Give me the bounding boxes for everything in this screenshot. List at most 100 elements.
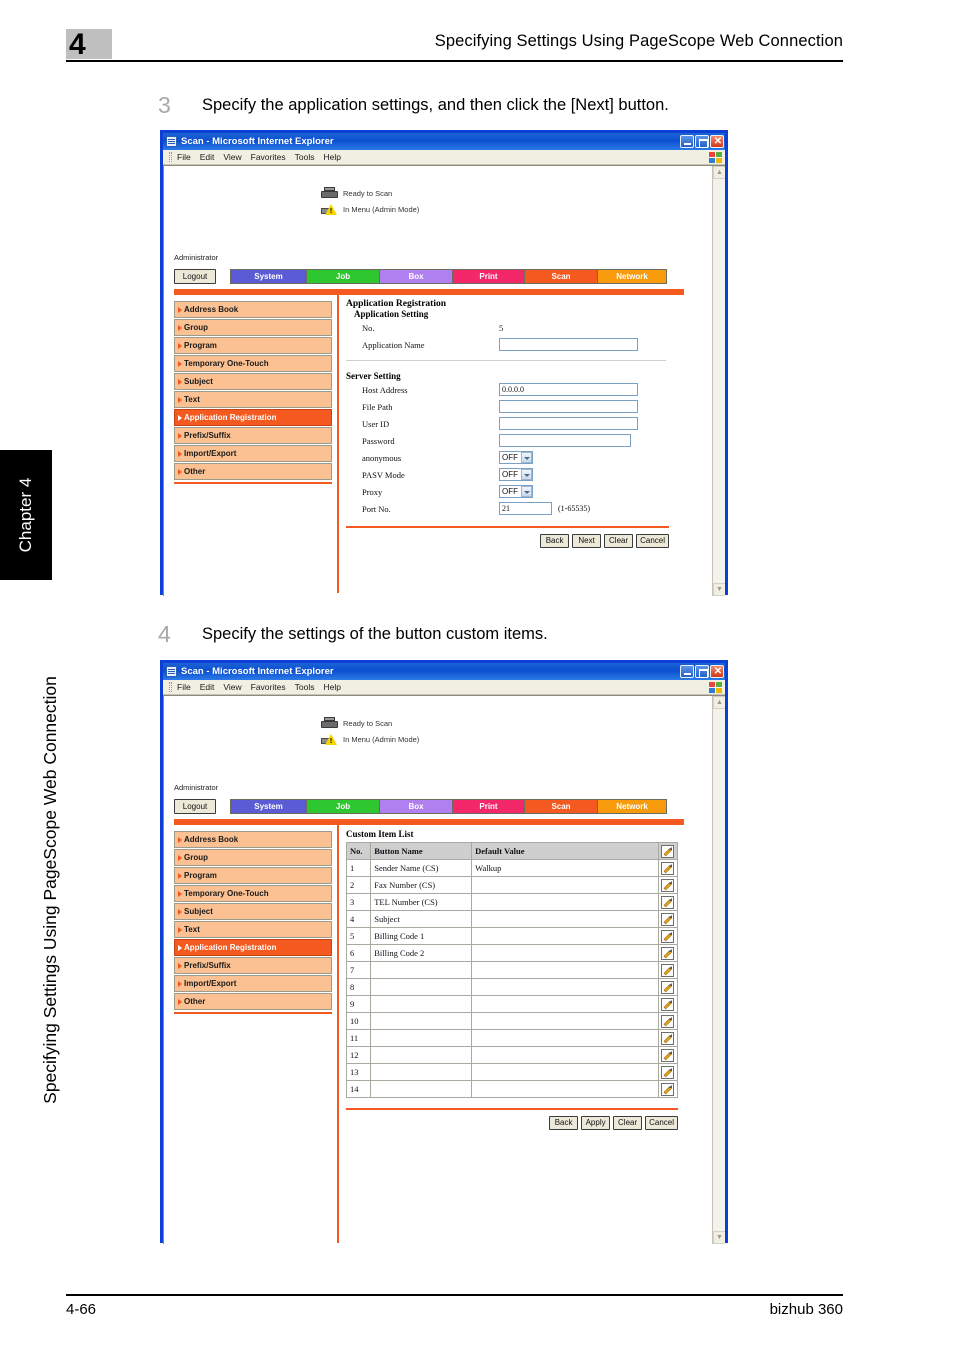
sidebar-item-text[interactable]: Text bbox=[174, 391, 332, 408]
anonymous-select[interactable]: OFF bbox=[499, 451, 533, 464]
nav-tab-scan[interactable]: Scan bbox=[524, 799, 597, 814]
password-input[interactable] bbox=[499, 434, 631, 447]
sidebar-item-temporary-one-touch[interactable]: Temporary One-Touch bbox=[174, 885, 332, 902]
menu-tools[interactable]: Tools bbox=[295, 152, 315, 162]
sidebar-item-address-book[interactable]: Address Book bbox=[174, 831, 332, 848]
edit-icon[interactable] bbox=[661, 912, 675, 926]
menu-grip-handle[interactable] bbox=[169, 152, 172, 162]
close-button[interactable] bbox=[710, 665, 725, 679]
edit-icon[interactable] bbox=[661, 895, 675, 909]
table-row[interactable]: 9 bbox=[345, 995, 679, 1013]
back-button[interactable]: Back bbox=[540, 533, 570, 548]
edit-icon[interactable] bbox=[661, 1082, 675, 1096]
cell-edit[interactable] bbox=[657, 1012, 679, 1030]
edit-icon[interactable] bbox=[661, 980, 675, 994]
sidebar-item-import-export[interactable]: Import/Export bbox=[174, 445, 332, 462]
cancel-button[interactable]: Cancel bbox=[645, 1115, 678, 1130]
nav-tab-print[interactable]: Print bbox=[452, 269, 524, 284]
application-name-input[interactable] bbox=[499, 338, 638, 351]
vertical-scrollbar-1[interactable]: ▲ ▼ bbox=[712, 166, 725, 596]
cell-edit[interactable] bbox=[657, 961, 679, 979]
scroll-down-button[interactable]: ▼ bbox=[713, 1231, 725, 1244]
user-id-input[interactable] bbox=[499, 417, 638, 430]
sidebar-item-program[interactable]: Program bbox=[174, 867, 332, 884]
table-row[interactable]: 3 TEL Number (CS) bbox=[345, 893, 679, 911]
cancel-button[interactable]: Cancel bbox=[636, 533, 669, 548]
nav-tab-box[interactable]: Box bbox=[379, 269, 452, 284]
apply-button[interactable]: Apply bbox=[581, 1115, 611, 1130]
nav-tab-job[interactable]: Job bbox=[306, 269, 379, 284]
table-row[interactable]: 7 bbox=[345, 961, 679, 979]
edit-icon[interactable] bbox=[661, 1065, 675, 1079]
menu-edit[interactable]: Edit bbox=[200, 682, 215, 692]
sidebar-item-group[interactable]: Group bbox=[174, 319, 332, 336]
sidebar-item-application-registration[interactable]: Application Registration bbox=[174, 939, 332, 956]
next-button[interactable]: Next bbox=[572, 533, 602, 548]
sidebar-item-text[interactable]: Text bbox=[174, 921, 332, 938]
cell-edit[interactable] bbox=[657, 1080, 679, 1098]
table-row[interactable]: 1 Sender Name (CS) Walkup bbox=[345, 859, 679, 877]
vertical-scrollbar-2[interactable]: ▲ ▼ bbox=[712, 696, 725, 1244]
table-row[interactable]: 12 bbox=[345, 1046, 679, 1064]
cell-edit[interactable] bbox=[657, 1046, 679, 1064]
table-row[interactable]: 6 Billing Code 2 bbox=[345, 944, 679, 962]
table-row[interactable]: 14 bbox=[345, 1080, 679, 1098]
edit-icon[interactable] bbox=[661, 963, 675, 977]
menu-help[interactable]: Help bbox=[323, 152, 340, 162]
nav-tab-box[interactable]: Box bbox=[379, 799, 452, 814]
edit-icon[interactable] bbox=[661, 1031, 675, 1045]
cell-edit[interactable] bbox=[657, 910, 679, 928]
edit-icon[interactable] bbox=[661, 861, 675, 875]
nav-tab-system[interactable]: System bbox=[230, 799, 306, 814]
menu-favorites[interactable]: Favorites bbox=[251, 682, 286, 692]
sidebar-item-temporary-one-touch[interactable]: Temporary One-Touch bbox=[174, 355, 332, 372]
sidebar-item-address-book[interactable]: Address Book bbox=[174, 301, 332, 318]
menu-file[interactable]: File bbox=[177, 682, 191, 692]
cell-edit[interactable] bbox=[657, 944, 679, 962]
sidebar-item-subject[interactable]: Subject bbox=[174, 373, 332, 390]
clear-button[interactable]: Clear bbox=[604, 533, 634, 548]
sidebar-item-prefix-suffix[interactable]: Prefix/Suffix bbox=[174, 427, 332, 444]
pasv-mode-select[interactable]: OFF bbox=[499, 468, 533, 481]
cell-edit[interactable] bbox=[657, 876, 679, 894]
table-row[interactable]: 8 bbox=[345, 978, 679, 996]
sidebar-item-program[interactable]: Program bbox=[174, 337, 332, 354]
nav-tab-network[interactable]: Network bbox=[597, 799, 667, 814]
table-row[interactable]: 5 Billing Code 1 bbox=[345, 927, 679, 945]
cell-edit[interactable] bbox=[657, 995, 679, 1013]
cell-edit[interactable] bbox=[657, 893, 679, 911]
scroll-up-button[interactable]: ▲ bbox=[713, 696, 725, 709]
logout-button[interactable]: Logout bbox=[174, 269, 216, 284]
sidebar-item-other[interactable]: Other bbox=[174, 993, 332, 1010]
back-button[interactable]: Back bbox=[549, 1115, 579, 1130]
menu-view[interactable]: View bbox=[223, 682, 241, 692]
nav-tab-system[interactable]: System bbox=[230, 269, 306, 284]
cell-edit[interactable] bbox=[657, 1063, 679, 1081]
minimize-button[interactable] bbox=[680, 135, 694, 148]
scroll-up-button[interactable]: ▲ bbox=[713, 166, 725, 179]
nav-tab-print[interactable]: Print bbox=[452, 799, 524, 814]
menu-edit[interactable]: Edit bbox=[200, 152, 215, 162]
edit-icon[interactable] bbox=[661, 1014, 675, 1028]
logout-button[interactable]: Logout bbox=[174, 799, 216, 814]
menu-favorites[interactable]: Favorites bbox=[251, 152, 286, 162]
port-no-input[interactable]: 21 bbox=[499, 502, 552, 515]
host-address-input[interactable]: 0.0.0.0 bbox=[499, 383, 638, 396]
sidebar-item-subject[interactable]: Subject bbox=[174, 903, 332, 920]
cell-edit[interactable] bbox=[657, 1029, 679, 1047]
sidebar-item-group[interactable]: Group bbox=[174, 849, 332, 866]
table-row[interactable]: 13 bbox=[345, 1063, 679, 1081]
cell-edit[interactable] bbox=[657, 978, 679, 996]
nav-tab-job[interactable]: Job bbox=[306, 799, 379, 814]
menu-grip-handle[interactable] bbox=[169, 682, 172, 692]
sidebar-item-import-export[interactable]: Import/Export bbox=[174, 975, 332, 992]
table-row[interactable]: 10 bbox=[345, 1012, 679, 1030]
sidebar-item-other[interactable]: Other bbox=[174, 463, 332, 480]
table-row[interactable]: 2 Fax Number (CS) bbox=[345, 876, 679, 894]
sidebar-item-application-registration[interactable]: Application Registration bbox=[174, 409, 332, 426]
minimize-button[interactable] bbox=[680, 665, 694, 678]
menu-view[interactable]: View bbox=[223, 152, 241, 162]
edit-icon[interactable] bbox=[661, 929, 675, 943]
nav-tab-scan[interactable]: Scan bbox=[524, 269, 597, 284]
edit-icon[interactable] bbox=[661, 878, 675, 892]
